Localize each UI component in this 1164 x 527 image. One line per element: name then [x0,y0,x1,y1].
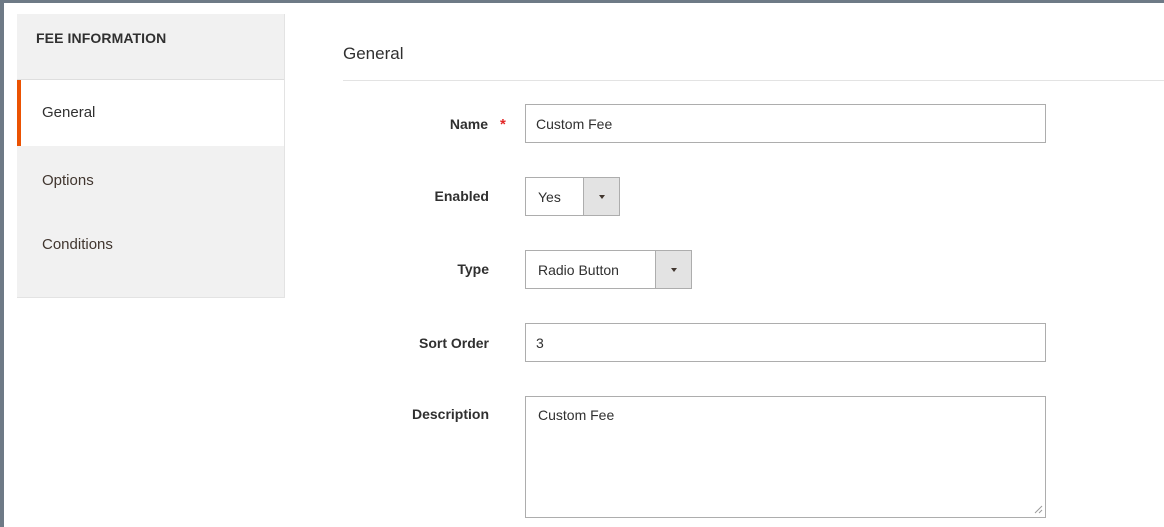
enabled-select-value: Yes [538,188,561,205]
required-indicator: * [500,116,506,133]
sidebar-item-options[interactable]: Options [17,159,284,203]
type-dropdown-button[interactable] [655,251,691,288]
sidebar-item-conditions[interactable]: Conditions [17,223,284,267]
fee-information-sidebar: FEE INFORMATION General Options Conditio… [17,14,285,298]
type-select-value: Radio Button [538,261,619,278]
chevron-down-icon [598,194,605,199]
sidebar-item-general[interactable]: General [17,80,284,146]
type-select[interactable]: Radio Button [525,250,692,289]
sidebar-title: FEE INFORMATION [17,14,284,80]
description-label: Description [411,406,489,422]
sort-order-input[interactable] [525,323,1046,362]
resize-grip-icon[interactable] [1033,504,1043,514]
enabled-label: Enabled [434,188,489,204]
chevron-down-icon [670,267,677,272]
enabled-dropdown-button[interactable] [583,178,619,215]
enabled-select[interactable]: Yes [525,177,620,216]
sort-order-label: Sort Order [418,335,489,351]
type-label: Type [457,261,489,277]
section-title: General [343,44,404,63]
name-label: Name [449,116,488,132]
name-input[interactable] [525,104,1046,143]
description-textarea[interactable]: Custom Fee [525,396,1046,518]
section-divider [343,80,1164,81]
